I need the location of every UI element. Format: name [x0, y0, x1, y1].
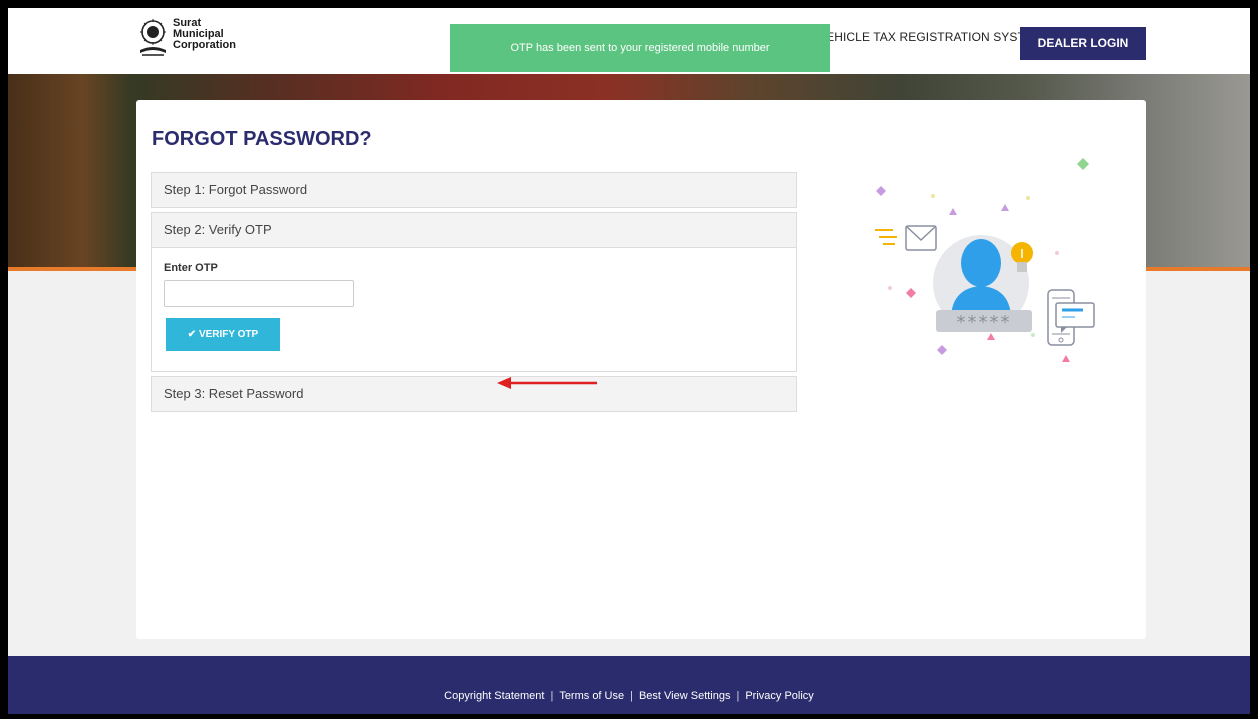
footer-separator: |: [630, 690, 633, 702]
confetti-dot: [931, 194, 935, 198]
footer-link-best-view[interactable]: Best View Settings: [639, 690, 731, 702]
system-title: VEHICLE TAX REGISTRATION SYSTEM: [818, 30, 1044, 44]
step-2-header[interactable]: Step 2: Verify OTP: [151, 212, 797, 248]
dealer-login-button[interactable]: DEALER LOGIN: [1020, 27, 1146, 60]
otp-input[interactable]: [164, 280, 354, 307]
confetti-triangle: [1062, 355, 1070, 362]
otp-sent-toast: OTP has been sent to your registered mob…: [450, 24, 830, 72]
confetti-dot: [888, 286, 892, 290]
browser-viewport: Surat Municipal Corporation VEHICLE TAX …: [8, 8, 1250, 714]
footer-link-privacy[interactable]: Privacy Policy: [745, 690, 813, 702]
logo-text: Surat Municipal Corporation: [173, 18, 236, 51]
page-title: FORGOT PASSWORD?: [152, 128, 372, 150]
masked-password-text: *****: [957, 312, 1012, 333]
step-3-header[interactable]: Step 3: Reset Password: [151, 376, 797, 412]
logo-line-corporation: Corporation: [173, 39, 236, 51]
footer-link-terms[interactable]: Terms of Use: [559, 690, 624, 702]
smc-emblem-icon: [140, 19, 166, 56]
smc-logo[interactable]: Surat Municipal Corporation: [136, 18, 236, 58]
confetti-diamond: [1077, 158, 1089, 170]
red-arrow-annotation: [497, 377, 597, 389]
otp-label: Enter OTP: [164, 262, 218, 274]
footer-link-copyright[interactable]: Copyright Statement: [444, 690, 544, 702]
footer-separator: |: [736, 690, 740, 702]
verify-otp-label: VERIFY OTP: [198, 329, 259, 340]
step-2-panel: Enter OTP ✔ VERIFY OTP: [151, 248, 797, 372]
confetti-triangle: [1001, 204, 1009, 211]
step-accordion: Step 1: Forgot Password Step 2: Verify O…: [151, 172, 797, 412]
confetti-diamond: [906, 288, 916, 298]
password-reset-illustration: *****: [875, 158, 1095, 362]
check-icon: ✔: [187, 329, 199, 340]
confetti-dot: [1026, 196, 1030, 200]
confetti-triangle: [987, 333, 995, 340]
step-1-header[interactable]: Step 1: Forgot Password: [151, 172, 797, 208]
confetti-dot: [1055, 251, 1059, 255]
confetti-dot: [1031, 333, 1035, 337]
envelope-icon: [875, 225, 937, 251]
footer-links: Copyright Statement | Terms of Use | Best Vi…: [8, 656, 1250, 714]
site-footer: Copyright Statement | Terms of Use | Best Vi…: [8, 656, 1250, 714]
verify-otp-button[interactable]: ✔ VERIFY OTP: [166, 318, 280, 351]
confetti-diamond: [937, 345, 947, 355]
footer-separator: |: [550, 690, 554, 702]
mobile-phone-icon: [1047, 289, 1095, 346]
confetti-diamond: [876, 186, 886, 196]
confetti-triangle: [949, 208, 957, 215]
